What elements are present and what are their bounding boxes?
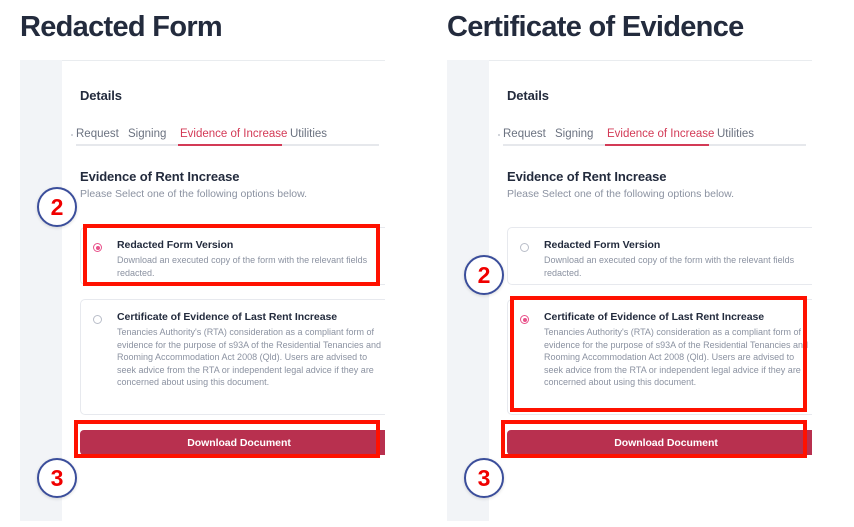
- panel-title-left: Redacted Form: [20, 11, 223, 43]
- tab-request-left[interactable]: Request: [71, 128, 119, 140]
- radio-redacted-form-left[interactable]: [93, 243, 102, 252]
- option-label-redacted-form-right: Redacted Form Version: [544, 239, 661, 251]
- step-marker-2-right: 2: [464, 255, 504, 295]
- panel-certificate-of-evidence: Certificate of Evidence Details Request …: [427, 0, 854, 527]
- radio-redacted-form-right[interactable]: [520, 243, 529, 252]
- section-title-left: Evidence of Rent Increase: [80, 169, 240, 184]
- panel-title-right: Certificate of Evidence: [447, 11, 744, 43]
- radio-certificate-left[interactable]: [93, 315, 102, 324]
- radio-certificate-right[interactable]: [520, 315, 529, 324]
- app-content-right: Details Request Signing Evidence of Incr…: [489, 61, 812, 521]
- tab-bar-right: Request Signing Evidence of Increase Uti…: [489, 118, 812, 146]
- download-document-button-right[interactable]: Download Document: [507, 430, 812, 455]
- step-marker-3-left: 3: [37, 458, 77, 498]
- tab-request-right[interactable]: Request: [498, 128, 546, 140]
- tab-active-indicator-left: [178, 144, 282, 146]
- tab-signing-right[interactable]: Signing: [555, 128, 593, 140]
- tab-utilities-left[interactable]: Utilities: [290, 128, 327, 140]
- section-subtitle-left: Please Select one of the following optio…: [80, 188, 308, 200]
- option-label-redacted-form-left: Redacted Form Version: [117, 239, 234, 251]
- option-description-redacted-form-right: Download an executed copy of the form wi…: [544, 255, 795, 278]
- tab-bar-left: Request Signing Evidence of Increase Uti…: [62, 118, 385, 146]
- option-card-certificate-right[interactable]: Certificate of Evidence of Last Rent Inc…: [507, 299, 812, 415]
- tab-active-indicator-right: [605, 144, 709, 146]
- option-description-certificate-left: Tenancies Authority's (RTA) consideratio…: [117, 327, 382, 387]
- section-title-right: Evidence of Rent Increase: [507, 169, 667, 184]
- panel-redacted-form: Redacted Form Details Request Signing Ev…: [0, 0, 427, 527]
- tab-evidence-of-increase-left[interactable]: Evidence of Increase: [180, 128, 287, 140]
- app-side-rail-left: [20, 60, 62, 521]
- option-label-certificate-right: Certificate of Evidence of Last Rent Inc…: [544, 311, 765, 323]
- details-heading-right: Details: [507, 88, 549, 103]
- option-card-redacted-form-right[interactable]: Redacted Form Version Download an execut…: [507, 227, 812, 285]
- option-label-certificate-left: Certificate of Evidence of Last Rent Inc…: [117, 311, 338, 323]
- app-window-right: Details Request Signing Evidence of Incr…: [447, 58, 812, 521]
- app-window-left: Details Request Signing Evidence of Incr…: [20, 58, 385, 521]
- step-marker-3-right: 3: [464, 458, 504, 498]
- option-card-redacted-form-left[interactable]: Redacted Form Version Download an execut…: [80, 227, 385, 285]
- app-content-left: Details Request Signing Evidence of Incr…: [62, 61, 385, 521]
- details-heading-left: Details: [80, 88, 122, 103]
- option-description-certificate-right: Tenancies Authority's (RTA) consideratio…: [544, 327, 809, 387]
- download-document-button-left[interactable]: Download Document: [80, 430, 385, 455]
- tab-signing-left[interactable]: Signing: [128, 128, 166, 140]
- section-subtitle-right: Please Select one of the following optio…: [507, 188, 735, 200]
- step-marker-2-left: 2: [37, 187, 77, 227]
- screenshot-stage: Redacted Form Details Request Signing Ev…: [0, 0, 854, 527]
- tab-evidence-of-increase-right[interactable]: Evidence of Increase: [607, 128, 714, 140]
- option-description-redacted-form-left: Download an executed copy of the form wi…: [117, 255, 368, 278]
- tab-utilities-right[interactable]: Utilities: [717, 128, 754, 140]
- option-card-certificate-left[interactable]: Certificate of Evidence of Last Rent Inc…: [80, 299, 385, 415]
